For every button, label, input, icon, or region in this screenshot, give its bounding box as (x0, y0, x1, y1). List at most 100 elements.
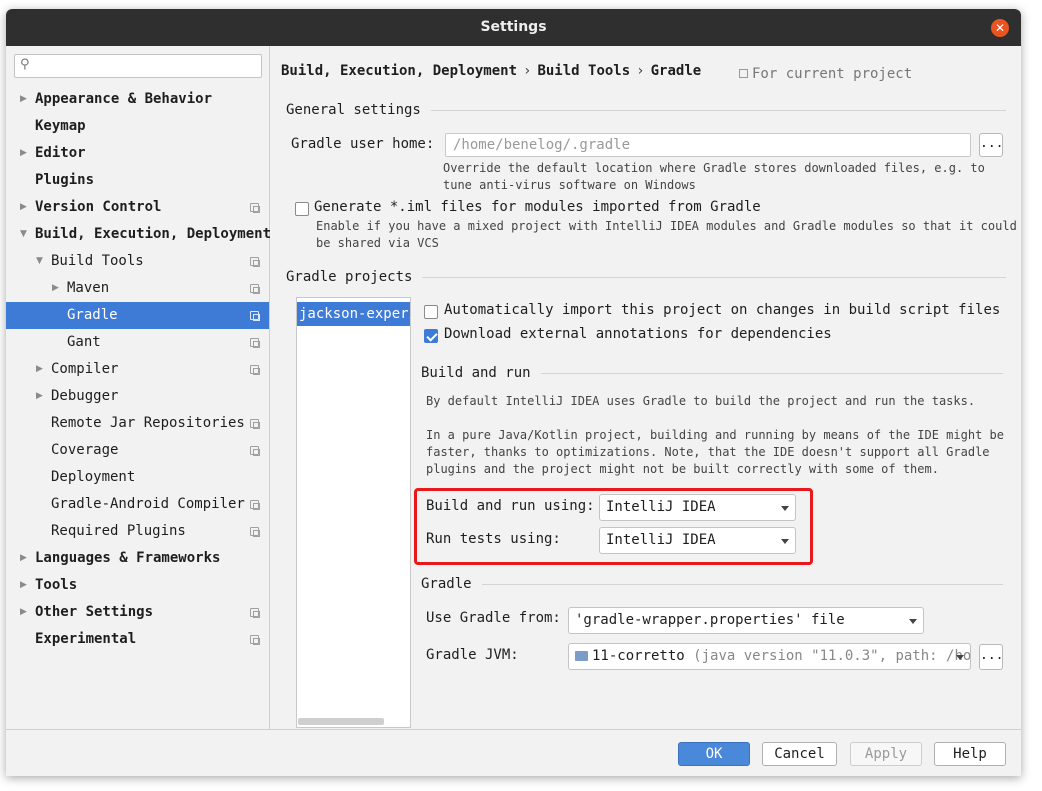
sidebar-item-editor[interactable]: ▶ Editor (6, 140, 269, 167)
download-annotations-checkbox[interactable] (424, 329, 438, 343)
sidebar-item-required-plugins[interactable]: Required Plugins (6, 518, 269, 545)
generate-iml-hint: be shared via VCS (316, 236, 439, 250)
settings-search[interactable]: ⚲ (14, 54, 262, 78)
divider (430, 109, 1006, 111)
sidebar-item-keymap[interactable]: Keymap (6, 113, 269, 140)
sidebar-item-plugins[interactable]: Plugins (6, 167, 269, 194)
ok-button[interactable]: OK (678, 742, 750, 766)
expanded-arrow-icon[interactable]: ▼ (36, 248, 43, 275)
gradle-section-title: Gradle (421, 576, 472, 592)
horizontal-scrollbar[interactable] (298, 718, 384, 725)
project-scope-icon (250, 635, 260, 645)
title-bar: Settings ✕ (6, 9, 1021, 46)
collapsed-arrow-icon[interactable]: ▶ (36, 356, 43, 383)
sidebar-item-build-execution-deployment[interactable]: ▼ Build, Execution, Deployment (6, 221, 272, 248)
dialog-footer: OK Cancel Apply Help (6, 729, 1021, 776)
project-scope-icon (739, 69, 748, 78)
project-scope-icon (250, 527, 260, 537)
generate-iml-label[interactable]: Generate *.iml files for modules importe… (314, 199, 761, 215)
help-button[interactable]: Help (934, 742, 1006, 766)
browse-jvm-button[interactable]: ... (979, 644, 1003, 670)
gradle-settings-panel: Build, Execution, Deployment › Build Tools… (271, 46, 1021, 729)
sidebar-item-label: Deployment (51, 469, 136, 485)
build-run-description: faster, thanks to optimizations. Note, t… (426, 445, 990, 459)
search-input[interactable] (37, 57, 257, 75)
build-and-run-header: Build and run (421, 365, 1003, 381)
general-settings-header: General settings (286, 102, 1006, 118)
sidebar-item-label: Keymap (35, 118, 86, 134)
apply-button[interactable]: Apply (850, 742, 922, 766)
breadcrumb-separator: › (636, 63, 645, 79)
collapsed-arrow-icon[interactable]: ▶ (20, 140, 27, 167)
sidebar-item-label: Appearance & Behavior (35, 91, 213, 107)
breadcrumb: Build, Execution, Deployment › Build Tools… (281, 63, 701, 79)
sidebar-item-coverage[interactable]: Coverage (6, 437, 269, 464)
sidebar-item-gant[interactable]: Gant (6, 329, 269, 356)
browse-gradle-home-button[interactable]: ... (979, 133, 1003, 157)
build-run-description: By default IntelliJ IDEA uses Gradle to … (426, 394, 976, 408)
dialog-title: Settings (480, 19, 547, 35)
highlight-annotation (414, 488, 813, 565)
sidebar-item-label: Required Plugins (51, 523, 186, 539)
collapsed-arrow-icon[interactable]: ▶ (20, 86, 27, 113)
collapsed-arrow-icon[interactable]: ▶ (20, 572, 27, 599)
project-scope-icon (250, 365, 260, 375)
use-gradle-from-dropdown[interactable]: 'gradle-wrapper.properties' file (568, 607, 924, 634)
collapsed-arrow-icon[interactable]: ▶ (20, 545, 27, 572)
auto-import-label[interactable]: Automatically import this project on cha… (444, 302, 1000, 318)
project-scope-icon (250, 608, 260, 618)
breadcrumb-item[interactable]: Build, Execution, Deployment (281, 63, 517, 79)
collapsed-arrow-icon[interactable]: ▶ (52, 275, 59, 302)
sidebar-item-compiler[interactable]: ▶ Compiler (6, 356, 269, 383)
breadcrumb-item[interactable]: Build Tools (537, 63, 630, 79)
sidebar-item-debugger[interactable]: ▶ Debugger (6, 383, 269, 410)
expanded-arrow-icon[interactable]: ▼ (20, 221, 27, 248)
sidebar-item-tools[interactable]: ▶ Tools (6, 572, 269, 599)
sidebar-item-label: Gant (67, 334, 101, 350)
project-scope-icon (250, 203, 260, 213)
gradle-projects-header: Gradle projects (286, 269, 1006, 285)
divider (540, 372, 1003, 374)
gradle-projects-list[interactable]: jackson-experiment (296, 297, 411, 728)
gradle-section-header: Gradle (421, 576, 1003, 592)
sidebar-item-appearance-behavior[interactable]: ▶ Appearance & Behavior (6, 86, 269, 113)
gradle-jvm-dropdown[interactable]: 11-corretto (java version "11.0.3", path… (568, 643, 971, 670)
close-button[interactable]: ✕ (991, 19, 1009, 37)
sidebar-item-maven[interactable]: ▶ Maven (6, 275, 269, 302)
auto-import-checkbox[interactable] (424, 305, 438, 319)
sidebar-item-build-tools[interactable]: ▼ Build Tools (6, 248, 269, 275)
build-run-description: plugins and the project might not be bui… (426, 462, 939, 476)
sidebar-item-gradle[interactable]: Gradle (6, 302, 269, 329)
collapsed-arrow-icon[interactable]: ▶ (20, 599, 27, 626)
sidebar-item-gradle-android-compiler[interactable]: Gradle-Android Compiler (6, 491, 269, 518)
gradle-home-hint: Override the default location where Grad… (443, 161, 985, 175)
sidebar-item-label: Editor (35, 145, 86, 161)
generate-iml-checkbox[interactable] (295, 202, 309, 216)
collapsed-arrow-icon[interactable]: ▶ (36, 383, 43, 410)
project-scope-icon (250, 257, 260, 267)
sidebar-item-experimental[interactable]: Experimental (6, 626, 269, 653)
sidebar-item-remote-jar-repositories[interactable]: Remote Jar Repositories (6, 410, 269, 437)
sidebar-item-other-settings[interactable]: ▶ Other Settings (6, 599, 269, 626)
sidebar-item-label: Build, Execution, Deployment (35, 226, 272, 242)
project-list-item[interactable]: jackson-experiment (297, 302, 410, 326)
sidebar-item-label: Maven (67, 280, 110, 296)
gradle-user-home-label: Gradle user home: (291, 136, 435, 152)
sidebar-item-languages-frameworks[interactable]: ▶ Languages & Frameworks (6, 545, 269, 572)
breadcrumb-separator: › (523, 63, 532, 79)
sidebar-item-deployment[interactable]: Deployment (6, 464, 269, 491)
settings-sidebar: ⚲ ▶ Appearance & Behavior Keymap ▶ Editor Plu… (6, 46, 272, 729)
build-and-run-title: Build and run (421, 365, 531, 381)
gradle-user-home-field[interactable]: /home/benelog/.gradle (445, 133, 971, 157)
sidebar-item-version-control[interactable]: ▶ Version Control (6, 194, 269, 221)
gradle-jvm-detail: (java version "11.0.3", path: /ho (693, 648, 971, 664)
project-scope-icon (250, 446, 260, 456)
sidebar-item-label: Languages & Frameworks (35, 550, 221, 566)
search-icon: ⚲ (20, 57, 30, 72)
collapsed-arrow-icon[interactable]: ▶ (20, 194, 27, 221)
project-scope-icon (250, 500, 260, 510)
settings-dialog: Settings ✕ ⚲ ▶ Appearance & Behavior Keyma… (6, 9, 1021, 776)
cancel-button[interactable]: Cancel (762, 742, 837, 766)
gradle-projects-title: Gradle projects (286, 269, 413, 285)
download-annotations-label[interactable]: Download external annotations for depend… (444, 326, 832, 342)
